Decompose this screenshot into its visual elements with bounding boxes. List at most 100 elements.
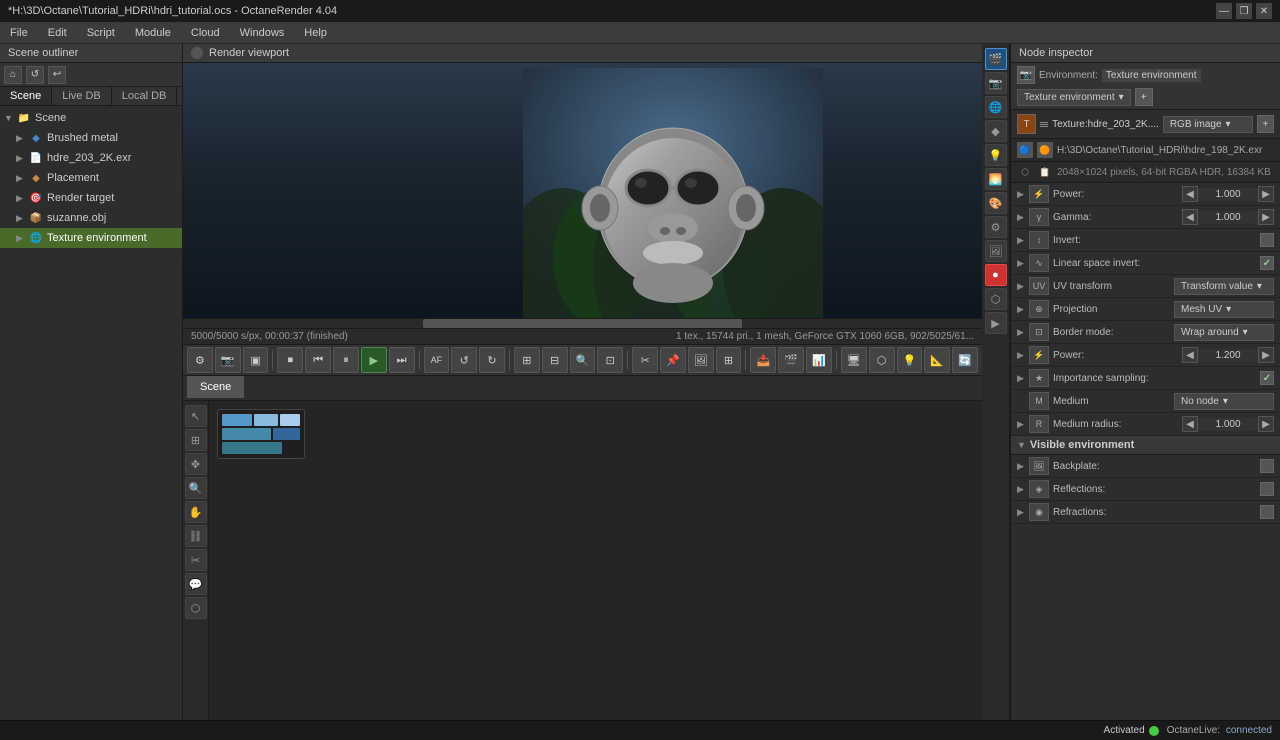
- texture-collapse-btn[interactable]: [1040, 122, 1048, 127]
- medium-radius-arrow-right[interactable]: ▶: [1258, 416, 1274, 432]
- ng-rail-move[interactable]: ✥: [185, 453, 207, 475]
- power2-arrow-left[interactable]: ◀: [1182, 347, 1198, 363]
- viewport-scrollbar[interactable]: [183, 318, 982, 328]
- invert-icon[interactable]: ↕: [1029, 231, 1049, 249]
- ng-rail-cut[interactable]: ✂: [185, 549, 207, 571]
- env-icon-btn-2[interactable]: +: [1135, 88, 1153, 106]
- power2-arrow-right[interactable]: ▶: [1258, 347, 1274, 363]
- linear-checkbox[interactable]: ✓: [1260, 256, 1274, 270]
- border-expand-icon[interactable]: ▶: [1017, 327, 1029, 338]
- rtool-undo[interactable]: ↺: [451, 347, 477, 373]
- ng-tab-scene[interactable]: Scene: [187, 376, 244, 398]
- rtool-zoom-region[interactable]: ⊞: [514, 347, 540, 373]
- ng-rail-select[interactable]: ⊞: [185, 429, 207, 451]
- env-icon-btn-1[interactable]: 📷: [1017, 66, 1035, 84]
- rtool-stop[interactable]: ⏹: [277, 347, 303, 373]
- tree-item-texture-env[interactable]: ▶ 🌐 Texture environment: [0, 228, 182, 248]
- rtool-pause[interactable]: ⏸: [333, 347, 359, 373]
- refractions-checkbox[interactable]: [1260, 505, 1274, 519]
- power-arrow-left[interactable]: ◀: [1182, 186, 1198, 202]
- rail-material-icon[interactable]: ◆: [985, 120, 1007, 142]
- medium-radius-icon[interactable]: R: [1029, 415, 1049, 433]
- proj-expand-icon[interactable]: ▶: [1017, 304, 1029, 315]
- power-expand-icon[interactable]: ▶: [1017, 189, 1029, 200]
- menu-cloud[interactable]: Cloud: [181, 25, 230, 41]
- rtool-display[interactable]: ▣: [243, 347, 269, 373]
- rail-light-icon[interactable]: 💡: [985, 144, 1007, 166]
- rtool-frame[interactable]: 🖼: [688, 347, 714, 373]
- importance-icon[interactable]: ★: [1029, 369, 1049, 387]
- ng-rail-pan[interactable]: ✋: [185, 501, 207, 523]
- tree-item-scene[interactable]: ▼ 📁 Scene: [0, 108, 182, 128]
- menu-script[interactable]: Script: [77, 25, 125, 41]
- uv-expand-icon[interactable]: ▶: [1017, 281, 1029, 292]
- medium-dropdown[interactable]: No node ▾: [1174, 393, 1274, 410]
- tree-expand-placement[interactable]: ▶: [16, 173, 28, 184]
- maximize-button[interactable]: ❐: [1236, 3, 1252, 19]
- nodegraph-canvas[interactable]: ↖ ⊞ ✥ 🔍 ✋ ⛓ ✂ 💬 ⬡: [183, 401, 982, 720]
- rtool-settings[interactable]: ⚙: [187, 347, 213, 373]
- border-icon[interactable]: ⊡: [1029, 323, 1049, 341]
- rtool-redo[interactable]: ↻: [479, 347, 505, 373]
- rtool-next[interactable]: ⏭: [389, 347, 415, 373]
- power2-expand-icon[interactable]: ▶: [1017, 350, 1029, 361]
- backplate-icon[interactable]: 🖼: [1029, 457, 1049, 475]
- refractions-icon[interactable]: ◉: [1029, 503, 1049, 521]
- gamma-expand-icon[interactable]: ▶: [1017, 212, 1029, 223]
- tree-expand-hdre[interactable]: ▶: [16, 153, 28, 164]
- invert-expand-icon[interactable]: ▶: [1017, 235, 1029, 246]
- gamma-arrow-left[interactable]: ◀: [1182, 209, 1198, 225]
- medium-radius-arrow-left[interactable]: ◀: [1182, 416, 1198, 432]
- tree-expand-suzanne[interactable]: ▶: [16, 213, 28, 224]
- ng-rail-arrow[interactable]: ↖: [185, 405, 207, 427]
- outliner-home-btn[interactable]: ⌂: [4, 66, 22, 84]
- reflections-checkbox[interactable]: [1260, 482, 1274, 496]
- tree-expand-brushed[interactable]: ▶: [16, 133, 28, 144]
- tree-item-hdre[interactable]: ▶ 📄 hdre_203_2K.exr: [0, 148, 182, 168]
- tree-expand-scene[interactable]: ▼: [4, 113, 16, 123]
- ng-rail-group[interactable]: ⬡: [185, 597, 207, 619]
- rail-post-icon[interactable]: 🎨: [985, 192, 1007, 214]
- rail-env-icon[interactable]: 🌅: [985, 168, 1007, 190]
- uv-dropdown[interactable]: Transform value ▾: [1174, 278, 1274, 295]
- linear-icon[interactable]: ∿: [1029, 254, 1049, 272]
- rtool-fit[interactable]: ⊡: [597, 347, 623, 373]
- rail-anim-icon[interactable]: ▶: [985, 312, 1007, 334]
- rtool-hex[interactable]: ⬡: [869, 347, 895, 373]
- rtool-play[interactable]: ▶: [361, 347, 387, 373]
- rail-camera-icon[interactable]: 📷: [985, 72, 1007, 94]
- scroll-thumb[interactable]: [423, 319, 743, 328]
- outliner-back-btn[interactable]: ↩: [48, 66, 66, 84]
- env-type-dropdown[interactable]: Texture environment ▾: [1017, 89, 1131, 106]
- medium-radius-expand-icon[interactable]: ▶: [1017, 419, 1029, 430]
- close-button[interactable]: ✕: [1256, 3, 1272, 19]
- tab-scene[interactable]: Scene: [0, 87, 52, 105]
- backplate-expand-icon[interactable]: ▶: [1017, 461, 1029, 472]
- tab-live-db[interactable]: Live DB: [52, 87, 112, 105]
- tree-expand-texture-env[interactable]: ▶: [16, 233, 28, 244]
- rail-scene-icon[interactable]: 🌐: [985, 96, 1007, 118]
- render-canvas[interactable]: [183, 63, 982, 318]
- border-dropdown[interactable]: Wrap around ▾: [1174, 324, 1274, 341]
- tree-expand-render[interactable]: ▶: [16, 193, 28, 204]
- reflections-icon[interactable]: ◈: [1029, 480, 1049, 498]
- gamma-arrow-right[interactable]: ▶: [1258, 209, 1274, 225]
- rtool-grid[interactable]: ⊞: [716, 347, 742, 373]
- menu-windows[interactable]: Windows: [230, 25, 295, 41]
- rtool-pin[interactable]: 📌: [660, 347, 686, 373]
- proj-icon[interactable]: ⊕: [1029, 300, 1049, 318]
- tree-item-render-target[interactable]: ▶ 🎯 Render target: [0, 188, 182, 208]
- importance-expand-icon[interactable]: ▶: [1017, 373, 1029, 384]
- rail-geo-icon[interactable]: ⬡: [985, 288, 1007, 310]
- outliner-refresh-btn[interactable]: ↺: [26, 66, 44, 84]
- rtool-zoom-in[interactable]: 🔍: [570, 347, 596, 373]
- rtool-prev[interactable]: ⏮: [305, 347, 331, 373]
- power2-icon[interactable]: ⚡: [1029, 346, 1049, 364]
- tab-local-db[interactable]: Local DB: [112, 87, 178, 105]
- invert-checkbox[interactable]: [1260, 233, 1274, 247]
- backplate-checkbox[interactable]: [1260, 459, 1274, 473]
- proj-dropdown[interactable]: Mesh UV ▾: [1174, 301, 1274, 318]
- menu-help[interactable]: Help: [294, 25, 337, 41]
- power-icon[interactable]: ⚡: [1029, 185, 1049, 203]
- texture-add-btn[interactable]: +: [1257, 115, 1274, 133]
